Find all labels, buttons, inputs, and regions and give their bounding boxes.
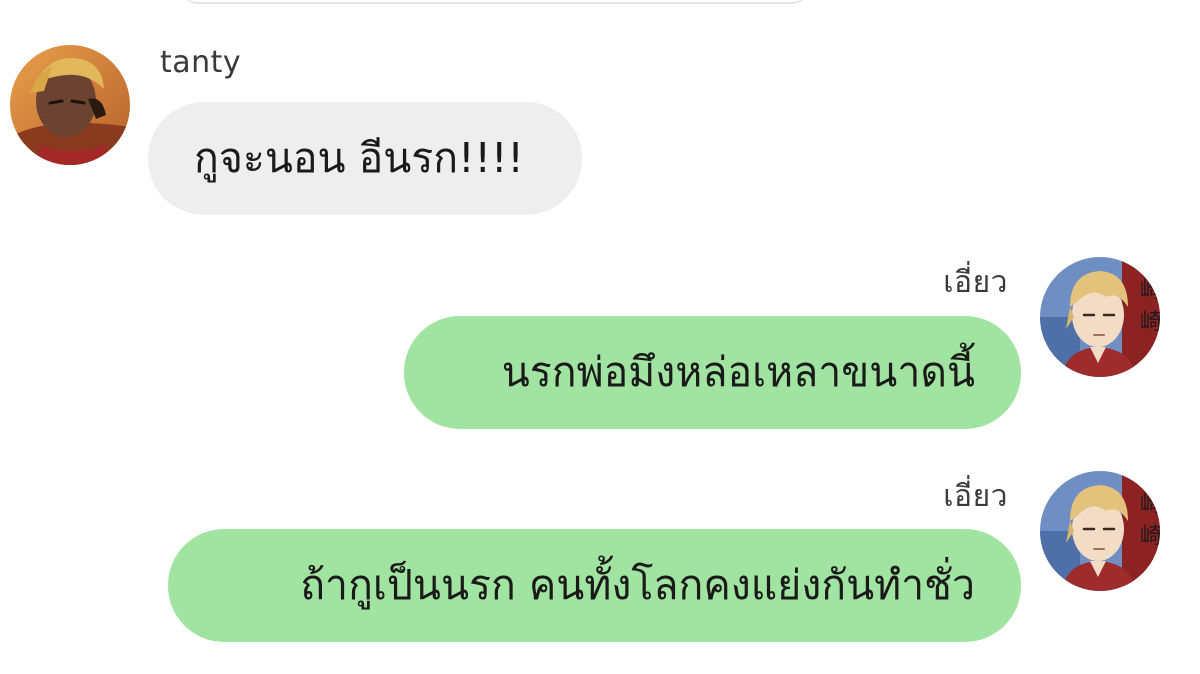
message-bubble-outgoing[interactable]: ถ้ากูเป็นนรก คนทั้งโลกคงแย่งกันทำชั่ว (168, 529, 1021, 642)
message-text: กูจะนอน อีนรก!!!! (194, 134, 524, 182)
svg-text:崎: 崎 (1140, 492, 1160, 517)
svg-text:崎: 崎 (1140, 524, 1160, 549)
sender-name: เอี่ยว (943, 479, 1008, 514)
avatar-blond-icon: 崎 崎 (1040, 471, 1160, 591)
avatar-eaw[interactable]: 崎 崎 (1040, 471, 1160, 591)
message-text: ถ้ากูเป็นนรก คนทั้งโลกคงแย่งกันทำชั่ว (300, 561, 975, 609)
sender-name: เอี่ยว (943, 265, 1008, 300)
chat-view: tanty กูจะนอน อีนรก!!!! เอี่ยว 崎 崎 นรกพ่… (0, 0, 1200, 674)
message-bubble-outgoing[interactable]: นรกพ่อมึงหล่อเหลาขนาดนี้ (404, 316, 1021, 429)
avatar-eaw[interactable]: 崎 崎 (1040, 257, 1160, 377)
message-bubble-incoming[interactable]: กูจะนอน อีนรก!!!! (148, 102, 582, 215)
sender-name: tanty (160, 45, 242, 80)
previous-message-bubble (180, 0, 810, 4)
svg-text:崎: 崎 (1140, 278, 1160, 303)
avatar-tanty[interactable] (10, 45, 130, 165)
avatar-tanty-icon (10, 45, 130, 165)
avatar-blond-icon: 崎 崎 (1040, 257, 1160, 377)
message-text: นรกพ่อมึงหล่อเหลาขนาดนี้ (501, 348, 975, 396)
svg-text:崎: 崎 (1140, 310, 1160, 335)
